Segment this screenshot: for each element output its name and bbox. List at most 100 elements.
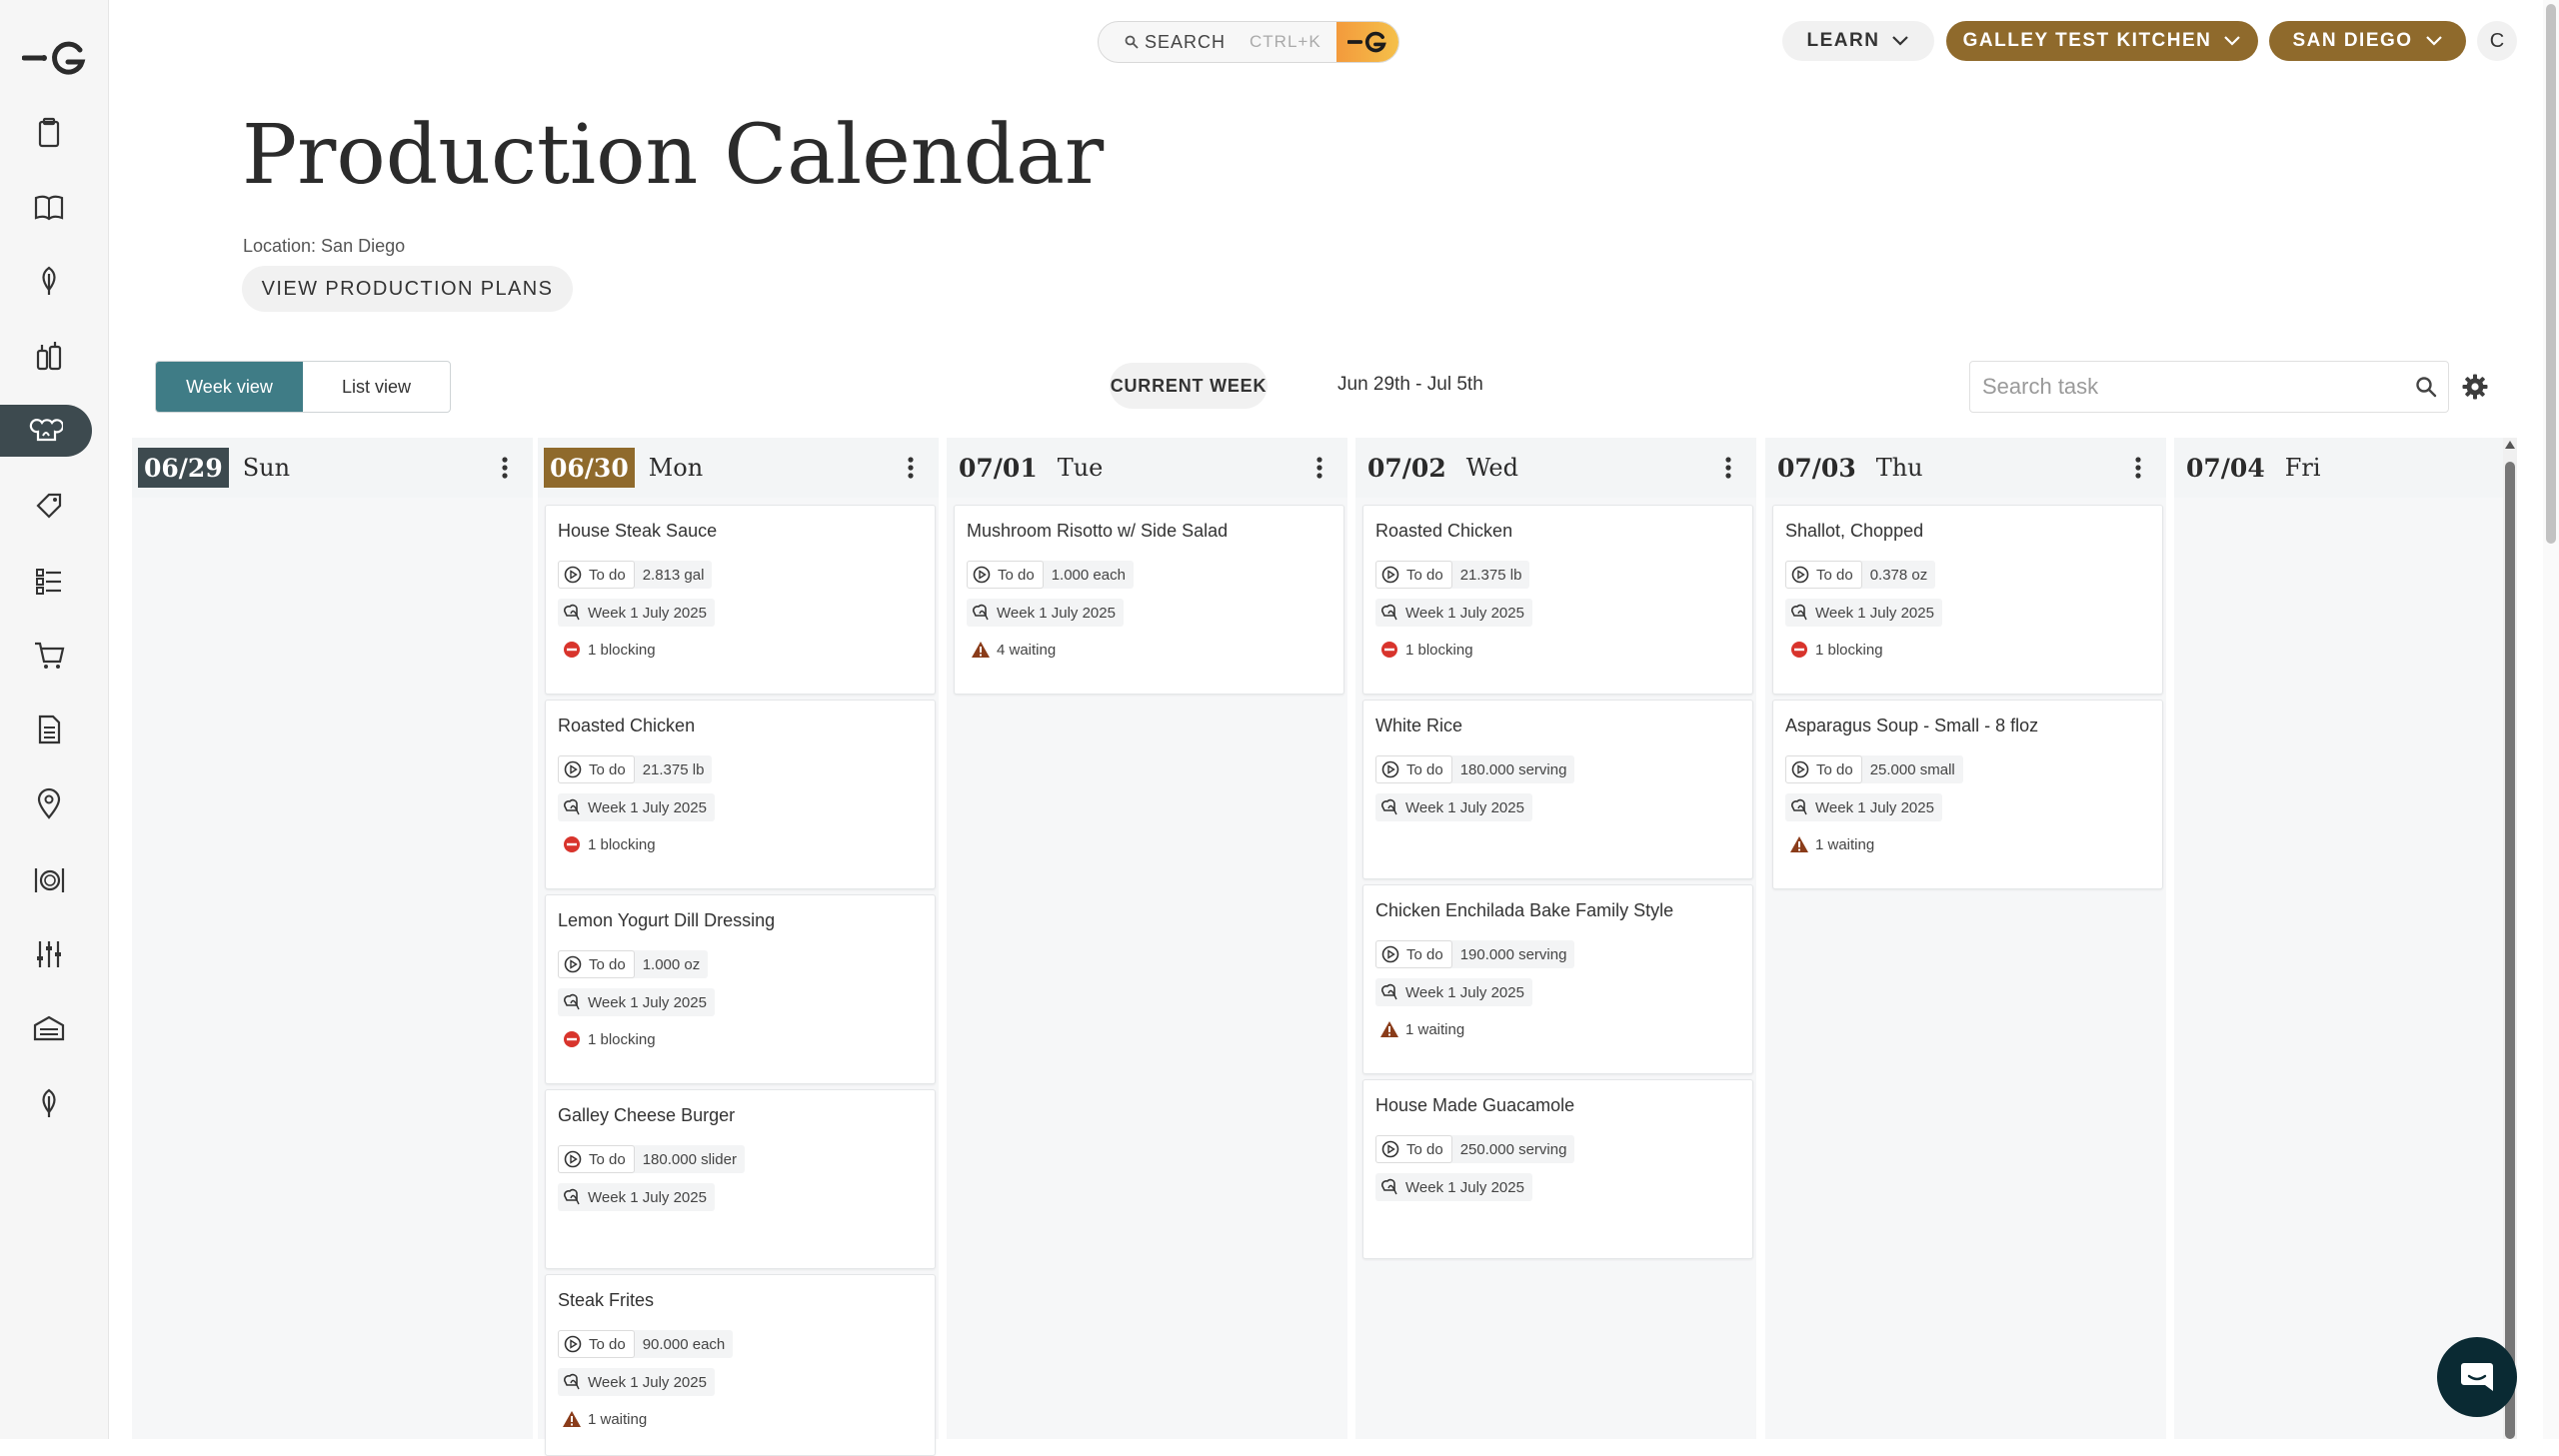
task-status-chip[interactable]: To do 0.378 oz xyxy=(1785,561,1936,589)
sidebar-item-bottles[interactable] xyxy=(26,333,72,379)
production-plan-chip[interactable]: Week 1 July 2025 xyxy=(558,1368,715,1396)
task-card[interactable]: Shallot, Chopped To do 0.378 oz Week 1 July… xyxy=(1772,505,2163,695)
location-label: SAN DIEGO xyxy=(2292,30,2413,51)
production-plan-chip[interactable]: Week 1 July 2025 xyxy=(1375,978,1532,1006)
task-card[interactable]: Lemon Yogurt Dill Dressing To do 1.000 oz W… xyxy=(545,894,936,1084)
status-button[interactable]: To do xyxy=(1375,940,1452,968)
status-button[interactable]: To do xyxy=(558,755,635,783)
status-button[interactable]: To do xyxy=(1785,755,1862,783)
learn-menu-button[interactable]: LEARN xyxy=(1782,21,1934,61)
task-quantity: 250.000 serving xyxy=(1459,1140,1567,1158)
galley-assistant-button[interactable] xyxy=(1336,22,1398,62)
production-plan-chip[interactable]: Week 1 July 2025 xyxy=(558,793,715,821)
production-plan-chip[interactable]: Week 1 July 2025 xyxy=(1375,599,1532,627)
production-plan-chip[interactable]: Week 1 July 2025 xyxy=(1375,793,1532,821)
task-card[interactable]: Chicken Enchilada Bake Family Style To do… xyxy=(1362,884,1753,1074)
dependency-status[interactable]: 1 blocking xyxy=(1785,636,1891,664)
more-options-icon[interactable] xyxy=(1712,452,1744,484)
sidebar-item-leaf[interactable] xyxy=(26,1080,72,1126)
search-icon[interactable] xyxy=(2414,375,2438,399)
production-plan-chip[interactable]: Week 1 July 2025 xyxy=(1785,793,1942,821)
task-status-chip[interactable]: To do 180.000 slider xyxy=(558,1145,745,1173)
task-status-chip[interactable]: To do 250.000 serving xyxy=(1375,1135,1575,1163)
sidebar-item-document[interactable] xyxy=(26,707,72,752)
task-card[interactable]: White Rice To do 180.000 serving Week 1 Jul… xyxy=(1362,700,1753,879)
list-view-button[interactable]: List view xyxy=(303,362,450,412)
view-production-plans-button[interactable]: VIEW PRODUCTION PLANS xyxy=(242,266,573,312)
task-card[interactable]: Steak Frites To do 90.000 each Week 1 July … xyxy=(545,1274,936,1456)
sidebar-item-sliders[interactable] xyxy=(26,931,72,977)
status-button[interactable]: To do xyxy=(558,561,635,589)
chat-support-button[interactable] xyxy=(2437,1337,2517,1417)
task-status-chip[interactable]: To do 190.000 serving xyxy=(1375,940,1575,968)
sidebar-item-warehouse[interactable] xyxy=(26,1005,72,1051)
kitchen-selector-button[interactable]: GALLEY TEST KITCHEN xyxy=(1946,21,2258,61)
task-status-chip[interactable]: To do 25.000 small xyxy=(1785,755,1963,783)
task-status-chip[interactable]: To do 21.375 lb xyxy=(558,755,713,783)
sidebar-item-book[interactable] xyxy=(26,184,72,230)
task-card[interactable]: Roasted Chicken To do 21.375 lb Week 1 July… xyxy=(1362,505,1753,695)
status-button[interactable]: To do xyxy=(1375,561,1452,589)
sidebar-item-dining[interactable] xyxy=(26,856,72,902)
dependency-status[interactable]: 1 waiting xyxy=(558,1405,655,1433)
dependency-status[interactable]: 4 waiting xyxy=(967,636,1064,664)
task-status-chip[interactable]: To do 21.375 lb xyxy=(1375,561,1530,589)
sidebar-item-checklist[interactable] xyxy=(26,558,72,604)
task-status-chip[interactable]: To do 180.000 serving xyxy=(1375,755,1575,783)
sidebar-item-clipboard[interactable] xyxy=(26,110,72,156)
status-label: To do xyxy=(1816,566,1853,584)
calendar-scrollbar[interactable] xyxy=(2503,438,2517,1439)
task-card[interactable]: Roasted Chicken To do 21.375 lb Week 1 July… xyxy=(545,700,936,889)
sidebar-item-tag[interactable] xyxy=(26,483,72,529)
status-button[interactable]: To do xyxy=(558,1330,635,1358)
status-button[interactable]: To do xyxy=(1785,561,1862,589)
dependency-status[interactable]: 1 blocking xyxy=(558,636,664,664)
production-plan-chip[interactable]: Week 1 July 2025 xyxy=(1785,599,1942,627)
gear-icon[interactable] xyxy=(2461,373,2489,401)
status-button[interactable]: To do xyxy=(558,1145,635,1173)
task-card[interactable]: Mushroom Risotto w/ Side Salad To do 1.000… xyxy=(954,505,1344,695)
more-options-icon[interactable] xyxy=(489,452,521,484)
more-options-icon[interactable] xyxy=(1303,452,1335,484)
task-title: Roasted Chicken xyxy=(1375,521,1513,541)
sidebar-item-chef-hat[interactable] xyxy=(0,405,92,457)
dependency-status[interactable]: 1 waiting xyxy=(1785,830,1882,858)
dependency-status[interactable]: 1 waiting xyxy=(1375,1015,1472,1043)
task-status-chip[interactable]: To do 1.000 oz xyxy=(558,950,709,978)
production-plan-chip[interactable]: Week 1 July 2025 xyxy=(1375,1173,1532,1201)
page-scrollbar[interactable] xyxy=(2543,0,2559,1439)
task-card[interactable]: House Made Guacamole To do 250.000 serving… xyxy=(1362,1079,1753,1259)
dependency-status[interactable]: 1 blocking xyxy=(1375,636,1481,664)
sidebar-item-cart[interactable] xyxy=(26,632,72,678)
task-search-input[interactable] xyxy=(1970,362,2384,412)
task-status-chip[interactable]: To do 2.813 gal xyxy=(558,561,713,589)
production-plan-chip[interactable]: Week 1 July 2025 xyxy=(967,599,1124,627)
status-button[interactable]: To do xyxy=(558,950,635,978)
task-card[interactable]: Galley Cheese Burger To do 180.000 slider W… xyxy=(545,1089,936,1269)
status-button[interactable]: To do xyxy=(967,561,1044,589)
current-week-button[interactable]: CURRENT WEEK xyxy=(1110,363,1268,409)
dependency-label: 1 blocking xyxy=(1405,641,1473,659)
dependency-status[interactable]: 1 blocking xyxy=(558,1025,664,1053)
play-circle-icon xyxy=(564,760,582,778)
user-avatar[interactable]: C xyxy=(2477,21,2517,61)
scroll-up-arrow-icon[interactable] xyxy=(2504,440,2516,450)
task-status-chip[interactable]: To do 90.000 each xyxy=(558,1330,734,1358)
production-plan-chip[interactable]: Week 1 July 2025 xyxy=(558,1183,715,1211)
more-options-icon[interactable] xyxy=(2122,452,2154,484)
task-card[interactable]: Asparagus Soup - Small - 8 floz To do 25.0… xyxy=(1772,700,2163,889)
galley-logo-icon[interactable] xyxy=(22,38,88,78)
status-button[interactable]: To do xyxy=(1375,1135,1452,1163)
week-view-button[interactable]: Week view xyxy=(156,362,303,412)
sidebar-item-leaf[interactable] xyxy=(26,258,72,304)
production-plan-chip[interactable]: Week 1 July 2025 xyxy=(558,988,715,1016)
sidebar-item-location-pin[interactable] xyxy=(26,781,72,827)
location-selector-button[interactable]: SAN DIEGO xyxy=(2269,21,2466,61)
task-card[interactable]: House Steak Sauce To do 2.813 gal Week 1 Ju… xyxy=(545,505,936,695)
more-options-icon[interactable] xyxy=(895,452,927,484)
global-search[interactable]: SEARCH CTRL+K xyxy=(1098,21,1399,63)
status-button[interactable]: To do xyxy=(1375,755,1452,783)
dependency-status[interactable]: 1 blocking xyxy=(558,830,664,858)
production-plan-chip[interactable]: Week 1 July 2025 xyxy=(558,599,715,627)
task-status-chip[interactable]: To do 1.000 each xyxy=(967,561,1134,589)
